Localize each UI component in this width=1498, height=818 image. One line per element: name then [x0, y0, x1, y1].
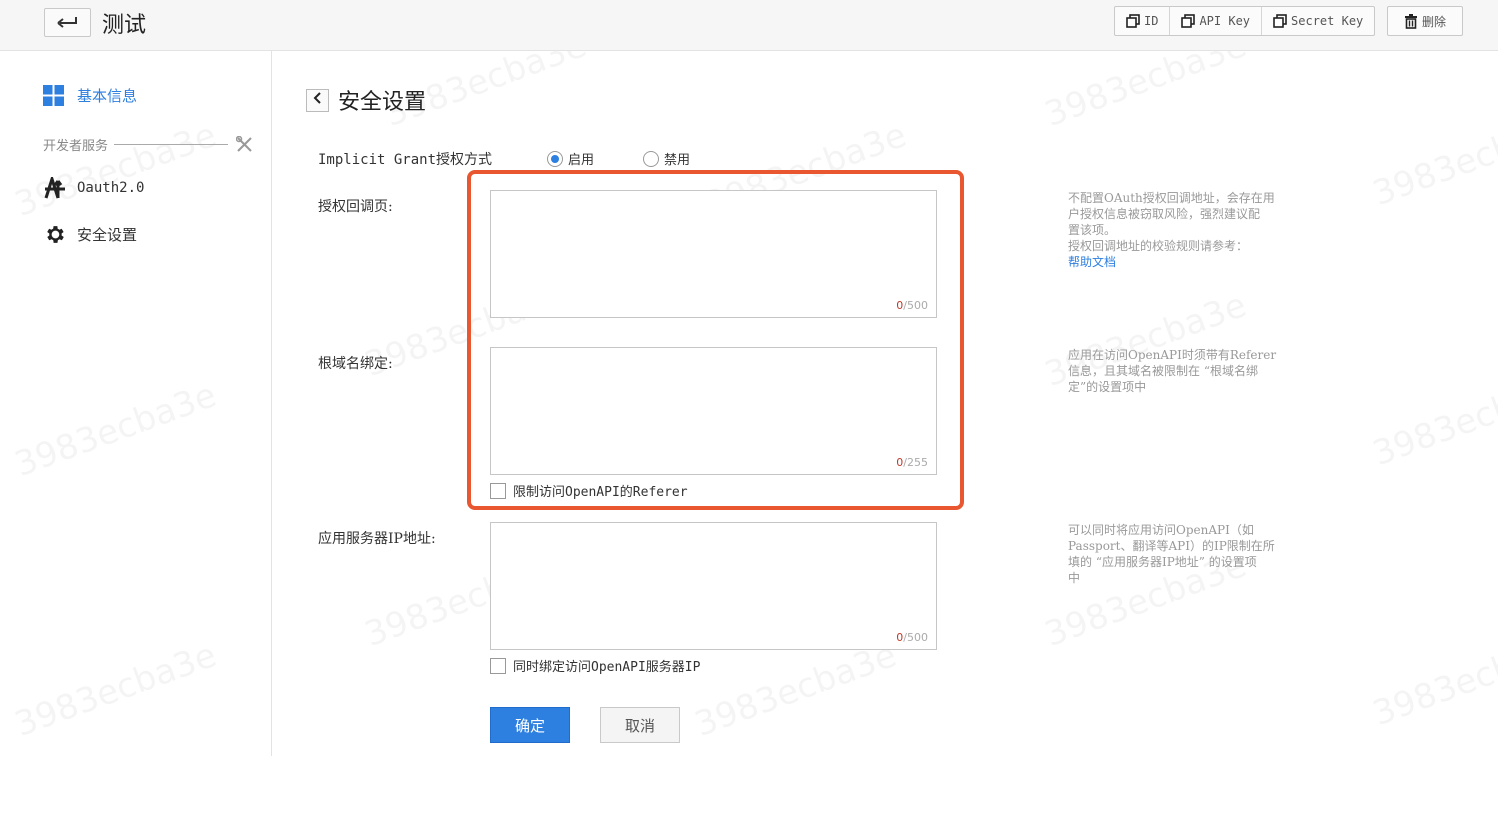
- sidebar-item-label: 基本信息: [77, 87, 138, 105]
- divider: [114, 144, 228, 145]
- radio-enable-label: 启用: [568, 153, 595, 168]
- oauth-icon: [43, 177, 67, 199]
- sidebar-item-oauth[interactable]: Oauth2.0: [43, 177, 144, 199]
- auth-callback-label: 授权回调页:: [318, 199, 393, 215]
- confirm-button[interactable]: 确定: [490, 707, 570, 743]
- top-bar: 测试 ID API Key Secret Key 删除: [0, 0, 1498, 51]
- implicit-grant-label: Implicit Grant授权方式: [318, 152, 493, 168]
- radio-disable[interactable]: 禁用: [643, 149, 690, 168]
- page-title: 安全设置: [338, 90, 427, 115]
- watermark: 3983ecb: [1368, 386, 1498, 474]
- watermark: 3983ecb: [1368, 646, 1498, 734]
- sidebar-section-label: 开发者服务: [43, 139, 109, 154]
- return-icon: [56, 14, 79, 32]
- api-key-button-label: API Key: [1199, 14, 1251, 28]
- server-ip-input[interactable]: [491, 523, 936, 649]
- cancel-button[interactable]: 取消: [600, 707, 680, 743]
- chevron-left-icon: [313, 92, 323, 108]
- radio-selected-icon: [547, 150, 563, 167]
- sidebar-item-label: Oauth2.0: [77, 180, 145, 196]
- server-ip-hint: 可以同时将应用访问OpenAPI（如 Passport、翻译等API）的IP限制…: [1068, 523, 1275, 585]
- delete-button-label: 删除: [1421, 14, 1446, 29]
- bind-server-ip-checkbox-label: 同时绑定访问OpenAPI服务器IP: [513, 660, 701, 675]
- page-header: 安全设置: [306, 84, 426, 116]
- api-key-button[interactable]: API Key: [1170, 7, 1263, 35]
- trash-icon: [1404, 13, 1418, 29]
- app-title: 测试: [102, 13, 147, 38]
- page-back-button[interactable]: [306, 88, 329, 112]
- sidebar-section-header: 开发者服务: [43, 135, 253, 154]
- sidebar-item-label: 安全设置: [77, 226, 138, 244]
- secret-key-button[interactable]: Secret Key: [1262, 7, 1374, 35]
- help-doc-link[interactable]: 帮助文档: [1068, 254, 1300, 270]
- secret-key-button-label: Secret Key: [1291, 14, 1364, 28]
- watermark: 3983ecba3e: [690, 635, 902, 745]
- id-button[interactable]: ID: [1115, 7, 1171, 35]
- sidebar: 基本信息 开发者服务 Oauth2.0 安全设置: [0, 51, 272, 756]
- copy-icon: [1273, 14, 1287, 28]
- copy-icon: [1181, 14, 1196, 28]
- back-button[interactable]: [44, 8, 91, 37]
- server-ip-field: 0/500: [490, 522, 937, 650]
- radio-enable[interactable]: 启用: [547, 149, 594, 168]
- radio-disable-label: 禁用: [664, 153, 691, 168]
- copy-icon: [1126, 14, 1140, 28]
- key-button-group: ID API Key Secret Key: [1114, 6, 1376, 36]
- watermark: 3983ecb: [1368, 126, 1498, 214]
- checkbox-icon: [490, 657, 506, 674]
- highlight-annotation: [467, 170, 964, 510]
- char-counter: 0/500: [896, 631, 928, 644]
- delete-button[interactable]: 删除: [1387, 6, 1463, 36]
- root-domain-hint: 应用在访问OpenAPI时须带有Referer 信息，且其域名被限制在 “根域名…: [1068, 348, 1277, 394]
- bind-server-ip-checkbox[interactable]: 同时绑定访问OpenAPI服务器IP: [490, 656, 700, 675]
- root-domain-label: 根域名绑定:: [318, 356, 393, 372]
- sidebar-item-security[interactable]: 安全设置: [43, 223, 137, 246]
- gear-icon: [43, 223, 66, 246]
- tools-icon[interactable]: [236, 136, 253, 153]
- radio-unselected-icon: [643, 150, 659, 167]
- auth-callback-hint: 不配置OAuth授权回调地址，会存在用 户授权信息被窃取风险，强烈建议配 置该项…: [1068, 190, 1300, 270]
- sidebar-item-basic-info[interactable]: 基本信息: [43, 85, 137, 106]
- server-ip-label: 应用服务器IP地址:: [318, 531, 436, 547]
- id-button-label: ID: [1144, 14, 1159, 28]
- grid-icon: [43, 85, 64, 106]
